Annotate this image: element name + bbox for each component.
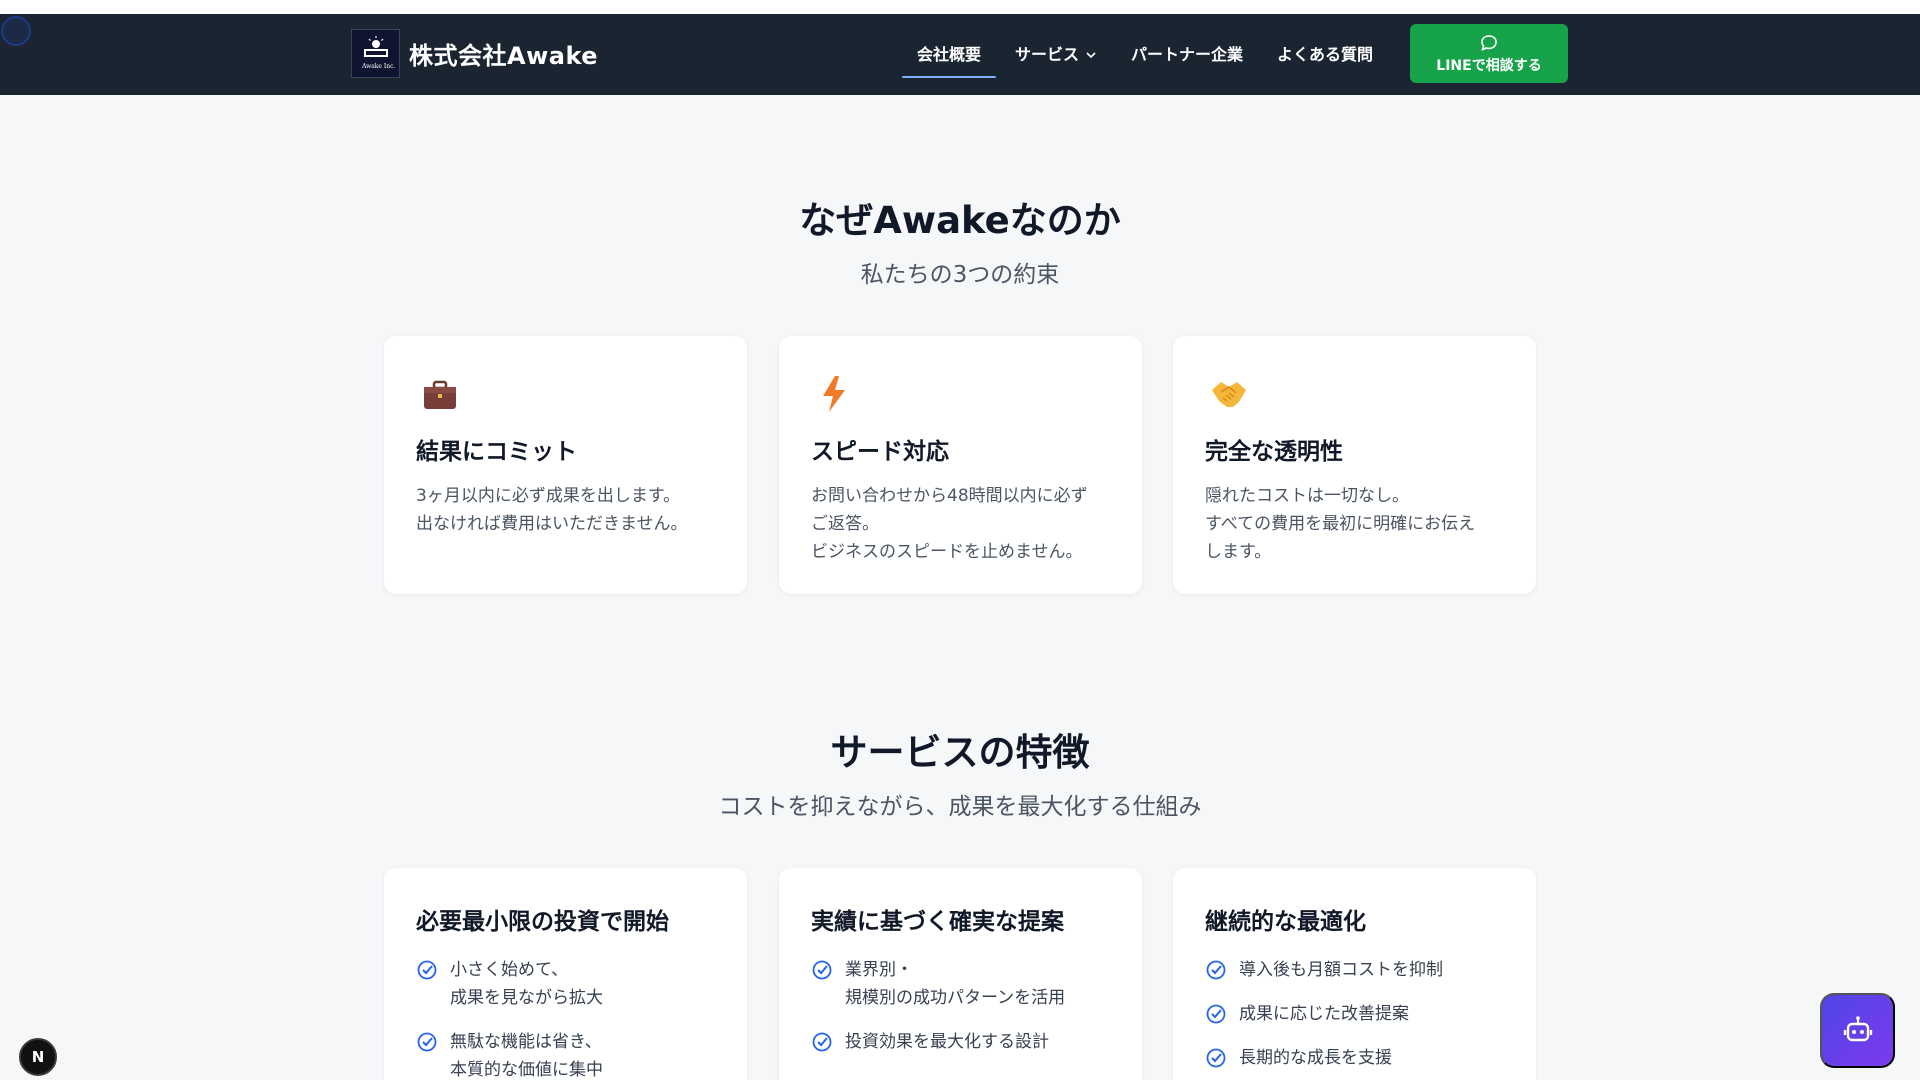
check-circle-icon [812,960,832,980]
handshake-icon [1212,382,1246,407]
item-line: 本質的な価値に集中 [450,1060,603,1080]
lightning-icon [823,376,845,412]
site-header: Awake Inc. 株式会社Awake 会社概要 サービス パートナー企業 よ… [0,14,1920,95]
nav-faq[interactable]: よくある質問 [1260,35,1390,75]
nav-label: サービス [1015,45,1080,64]
list-item: 長期的な成長を支援 [1205,1044,1515,1072]
check-circle-icon [1206,960,1226,980]
why-title: なぜAwakeなのか [799,199,1121,242]
check-circle-icon [417,960,437,980]
nav-partners[interactable]: パートナー企業 [1114,35,1260,75]
cursor-indicator [1,16,31,46]
item-line: 業界別・ [845,960,913,980]
main-nav: 会社概要 サービス パートナー企業 よくある質問 [900,28,1390,82]
line-consult-button[interactable]: LINEで相談する [1410,24,1568,83]
check-circle-icon [812,1032,832,1052]
desc-line: お問い合わせから48時間以内に必ず [811,486,1088,506]
item-line: 成果に応じた改善提案 [1239,1004,1409,1024]
feature-list: 小さく始めて、成果を見ながら拡大 無駄な機能は省き、 本質的な価値に集中 [416,956,726,1080]
line-consult-label: LINEで相談する [1436,57,1542,74]
company-logo: Awake Inc. [351,29,400,78]
desc-line: します。 [1205,542,1272,562]
dev-tools-badge[interactable]: N [19,1038,57,1076]
card-description: お問い合わせから48時間以内に必ず ご返答。 ビジネスのスピードを止めません。 [811,482,1121,566]
list-item: 投資効果を最大化する設計 [811,1028,1121,1056]
briefcase-icon [424,380,456,409]
feature-card-continuous-optimization: 継続的な最適化 導入後も月額コストを抑制 成果に応じた改善提案 長期的な成長を支… [1173,868,1536,1080]
feature-list: 業界別・規模別の成功パターンを活用 投資効果を最大化する設計 [811,956,1121,1072]
check-circle-icon [1206,1048,1226,1068]
card-title: 結果にコミット [416,439,577,465]
desc-line: ご返答。 [811,514,879,534]
nav-label: よくある質問 [1277,45,1374,64]
card-title: 必要最小限の投資で開始 [416,909,669,935]
desc-line: 出なければ費用はいただきません。 [416,514,688,534]
chevron-down-icon [1086,52,1096,59]
svg-text:Awake Inc.: Awake Inc. [361,63,395,70]
robot-icon [1843,1015,1872,1041]
nav-label: 会社概要 [917,45,982,64]
promise-card-results: 結果にコミット 3ヶ月以内に必ず成果を出します。 出なければ費用はいただきません… [384,336,747,594]
feature-list: 導入後も月額コストを抑制 成果に応じた改善提案 長期的な成長を支援 [1205,956,1515,1080]
list-item: 業界別・規模別の成功パターンを活用 [811,956,1121,1012]
item-line: 導入後も月額コストを抑制 [1239,960,1443,980]
list-item: 成果に応じた改善提案 [1205,1000,1515,1028]
desc-line: ビジネスのスピードを止めません。 [811,542,1083,562]
item-line: 長期的な成長を支援 [1239,1048,1392,1068]
brand[interactable]: Awake Inc. 株式会社Awake [351,29,598,78]
item-line: 成果を見ながら拡大 [450,988,603,1008]
feature-card-proven-proposals: 実績に基づく確実な提案 業界別・規模別の成功パターンを活用 投資効果を最大化する… [779,868,1142,1080]
list-item: 導入後も月額コストを抑制 [1205,956,1515,984]
card-description: 3ヶ月以内に必ず成果を出します。 出なければ費用はいただきません。 [416,482,726,538]
chat-bubble-icon [1481,34,1497,51]
card-description: 隠れたコストは一切なし。 すべての費用を最初に明確にお伝え します。 [1205,482,1515,566]
card-title: 継続的な最適化 [1205,909,1366,935]
card-title: 完全な透明性 [1205,439,1343,465]
features-subtitle: コストを抑えながら、成果を最大化する仕組み [718,794,1202,820]
desc-line: 隠れたコストは一切なし。 [1205,486,1409,506]
chatbot-button[interactable] [1820,993,1895,1068]
item-line: 規模別の成功パターンを活用 [845,988,1066,1008]
card-title: スピード対応 [811,439,949,465]
nav-company-overview[interactable]: 会社概要 [900,35,998,78]
why-subtitle: 私たちの3つの約束 [860,262,1060,288]
item-line: 投資効果を最大化する設計 [845,1032,1049,1052]
desc-line: 3ヶ月以内に必ず成果を出します。 [416,486,681,506]
list-item: 無駄な機能は省き、 本質的な価値に集中 [416,1028,726,1080]
features-title: サービスの特徴 [830,731,1090,774]
promise-card-transparency: 完全な透明性 隠れたコストは一切なし。 すべての費用を最初に明確にお伝え します… [1173,336,1536,594]
card-title: 実績に基づく確実な提案 [811,909,1064,935]
check-circle-icon [1206,1004,1226,1024]
nav-label: パートナー企業 [1131,45,1244,64]
promise-card-speed: スピード対応 お問い合わせから48時間以内に必ず ご返答。 ビジネスのスピードを… [779,336,1142,594]
item-line: 無駄な機能は省き、 [450,1032,602,1052]
item-line: 小さく始めて、 [450,960,569,980]
check-circle-icon [417,1032,437,1052]
list-item: 小さく始めて、成果を見ながら拡大 [416,956,726,1012]
nav-services[interactable]: サービス [998,35,1114,75]
desc-line: すべての費用を最初に明確にお伝え [1205,514,1476,534]
feature-card-minimal-investment: 必要最小限の投資で開始 小さく始めて、成果を見ながら拡大 無駄な機能は省き、 本質… [384,868,747,1080]
company-name: 株式会社Awake [409,42,599,70]
browser-top-strip [0,0,1920,14]
